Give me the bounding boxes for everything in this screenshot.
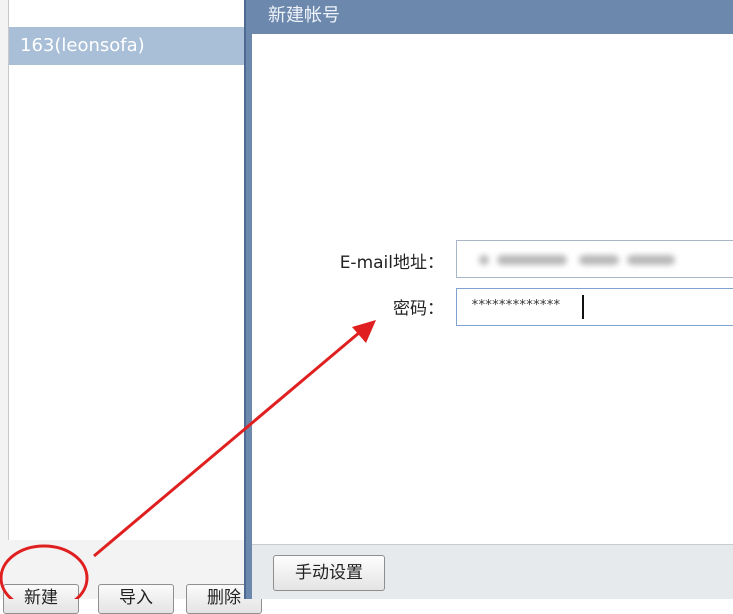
text-caret: [582, 295, 584, 319]
dialog-title: 新建帐号: [268, 5, 340, 26]
password-value: *************: [471, 298, 561, 313]
password-field[interactable]: *************: [456, 288, 733, 326]
account-list: 163(leonsofa): [8, 0, 246, 540]
obscured-text: [479, 255, 489, 265]
account-panel: 163(leonsofa) 新建 导入 删除: [0, 0, 262, 614]
email-label: E-mail地址：: [339, 253, 444, 273]
import-button[interactable]: 导入: [98, 584, 174, 614]
password-label: 密码：: [393, 299, 444, 319]
email-field[interactable]: [456, 240, 733, 278]
new-button[interactable]: 新建: [3, 584, 79, 614]
manual-settings-button[interactable]: 手动设置: [273, 555, 385, 591]
account-item-163[interactable]: 163(leonsofa): [9, 27, 245, 65]
